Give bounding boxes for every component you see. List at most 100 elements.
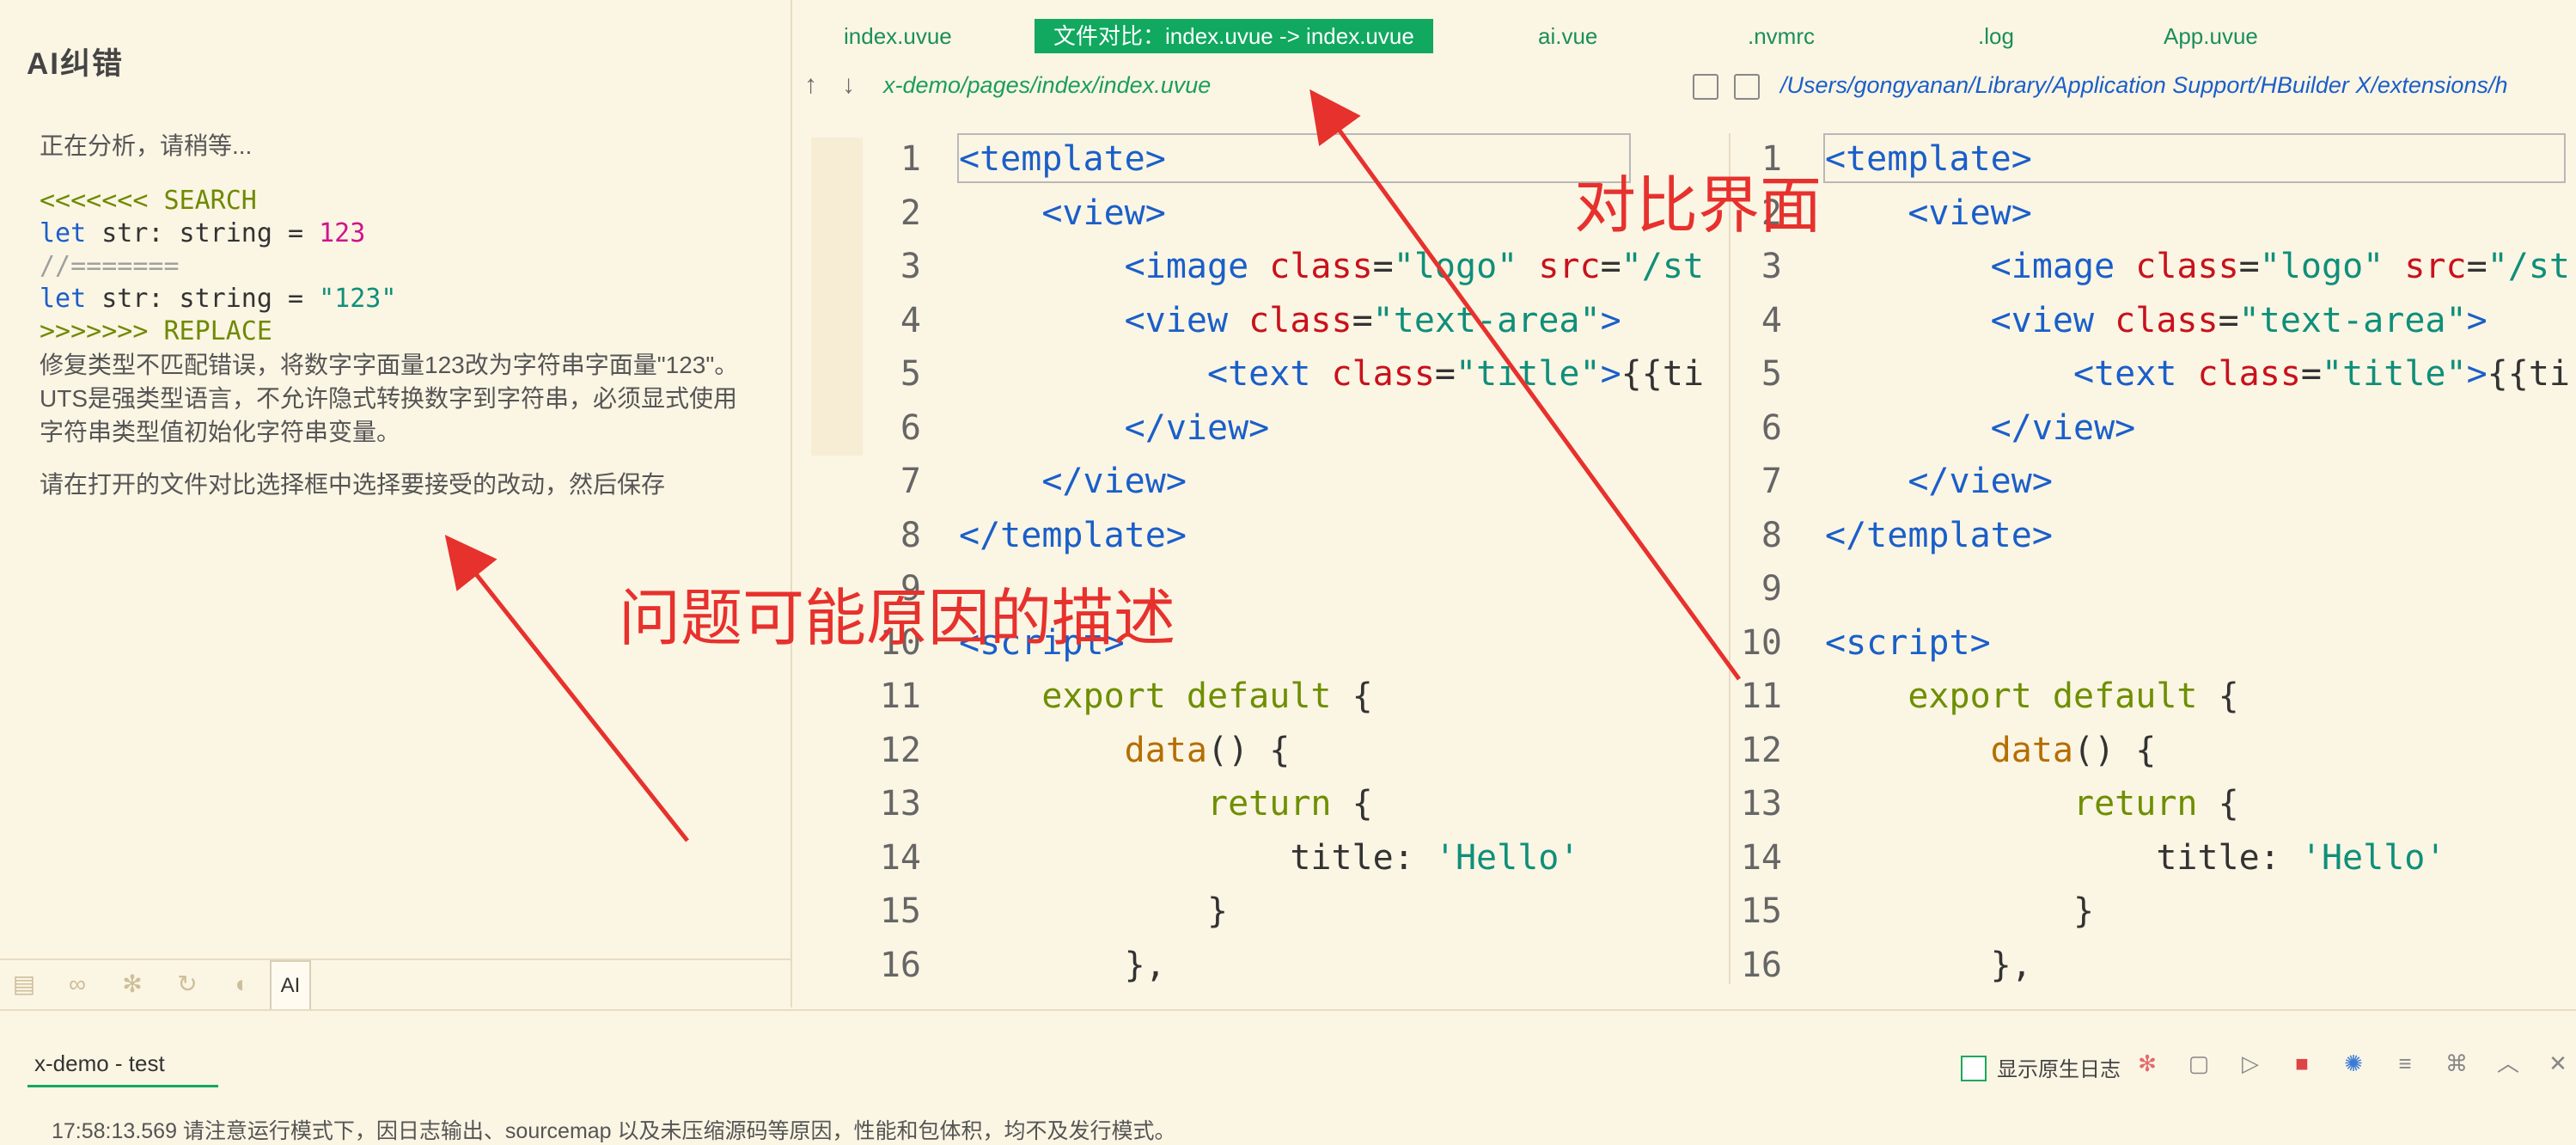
code-token: "text-area"	[1372, 300, 1601, 340]
accept-left-icon[interactable]	[1693, 74, 1718, 100]
accept-right-icon[interactable]	[1734, 74, 1760, 100]
code-token: class	[2197, 354, 2301, 394]
code-token: =	[2218, 300, 2239, 340]
annotation-cause: 问题可能原因的描述	[619, 585, 1176, 653]
tab-index-uvue[interactable]: index.uvue	[844, 19, 952, 53]
line-number: 16	[1740, 945, 1782, 985]
code-token: <view>	[1908, 193, 2032, 233]
code-line: data() {	[959, 725, 1291, 776]
code-line: </template>	[959, 510, 1187, 561]
code-line: },	[959, 940, 1166, 985]
code-token: src	[2404, 247, 2467, 286]
code-token: {{ti	[1621, 354, 1704, 394]
bug-icon[interactable]: ✻	[117, 969, 148, 1000]
line-number: 16	[879, 945, 921, 985]
code-line: export default {	[959, 670, 1373, 722]
line-number: 2	[900, 193, 921, 233]
code-token: </template>	[959, 515, 1187, 555]
save-instruction: 请在打开的文件对比选择框中选择要接受的改动，然后保存	[40, 471, 666, 498]
code-line: title: 'Hello'	[1825, 832, 2445, 884]
native-log-label[interactable]: 显示原生日志	[1997, 1052, 2121, 1082]
code-token: "title"	[2322, 354, 2467, 394]
palette-icon[interactable]: ◐	[227, 969, 258, 1000]
stop-icon[interactable]: ■	[2289, 1050, 2315, 1076]
bug-icon[interactable]: ✻	[2134, 1050, 2160, 1076]
tab-log[interactable]: .log	[1978, 19, 2014, 53]
code-token: () {	[1206, 730, 1291, 770]
code-token: export default	[1908, 677, 2198, 716]
code-line: <view>	[959, 187, 1166, 239]
filter-icon[interactable]: ≡	[2392, 1050, 2418, 1076]
terminal-icon[interactable]: ⌘	[2444, 1050, 2469, 1076]
copy-icon[interactable]: ▢	[2186, 1050, 2212, 1076]
tab-app-uvue[interactable]: App.uvue	[2164, 19, 2258, 53]
code-token: "/st	[2487, 247, 2571, 286]
tab-file-compare[interactable]: 文件对比：index.uvue -> index.uvue	[1035, 19, 1433, 53]
line-number: 4	[1761, 300, 1782, 340]
code-token: =	[2300, 354, 2322, 394]
code-line: data() {	[1825, 725, 2157, 776]
code-line: </view>	[959, 402, 1270, 454]
code-token: () {	[2072, 730, 2157, 770]
line-number: 7	[1761, 462, 1782, 501]
right-editor[interactable]: 1 <template> 2 <view> 3 <image class="logo"…	[1731, 133, 2576, 984]
code-token: class	[1331, 354, 1435, 394]
folder-icon[interactable]: ▤	[9, 969, 40, 1000]
code-token: class	[1248, 300, 1352, 340]
tab-nvmrc[interactable]: .nvmrc	[1748, 19, 1815, 53]
left-editor[interactable]: 1 <template> 2 <view> 3 <image class="logo"…	[792, 133, 1731, 984]
console-panel: x-demo - test 显示原生日志 ✻ ▢ ▷ ■ ✺ ≡ ⌘ ︿ ✕ 1…	[0, 1009, 2576, 1143]
binoculars-icon[interactable]: ∞	[62, 969, 93, 1000]
code-token: title:	[1825, 837, 2301, 878]
ai-output: 正在分析，请稍等... <<<<<<< SEARCH let str: stri…	[40, 129, 753, 501]
line-number: 9	[1761, 569, 1782, 609]
line-number: 15	[879, 891, 921, 931]
refresh-icon[interactable]: ↻	[172, 969, 203, 1000]
arrow-up-icon[interactable]: ↑	[804, 70, 817, 100]
chevron-up-icon[interactable]: ︿	[2495, 1050, 2521, 1076]
close-icon[interactable]: ✕	[2545, 1050, 2571, 1076]
line-number: 14	[879, 837, 921, 878]
console-tab[interactable]: x-demo - test	[34, 1050, 165, 1077]
code-line: return {	[1825, 778, 2239, 830]
code-line: </view>	[1825, 402, 2136, 454]
tab-ai[interactable]: AI	[270, 960, 311, 1009]
code-keyword: let	[40, 218, 87, 248]
code-token: <view	[1990, 300, 2115, 340]
compare-path-row: ↑ ↓ x-demo/pages/index/index.uvue /Users…	[792, 69, 2576, 105]
code-text: str: string =	[86, 218, 320, 248]
run-icon[interactable]: ▷	[2237, 1050, 2263, 1076]
code-line: <template>	[1825, 133, 2032, 185]
replace-marker: >>>>>>> REPLACE	[40, 316, 272, 346]
left-panel-tabs: ▤ ∞ ✻ ↻ ◐ AI	[0, 958, 791, 1009]
code-token: =	[2238, 247, 2260, 286]
line-number: 13	[879, 784, 921, 824]
native-log-checkbox[interactable]	[1961, 1056, 1987, 1081]
line-number: 13	[1740, 784, 1782, 824]
code-keyword: let	[40, 284, 87, 314]
line-number: 14	[1740, 837, 1782, 878]
code-token: class	[2115, 300, 2219, 340]
code-line: </template>	[1825, 510, 2053, 561]
tab-ai-vue[interactable]: ai.vue	[1538, 19, 1597, 53]
line-number: 12	[879, 730, 921, 770]
arrow-down-icon[interactable]: ↓	[842, 70, 855, 100]
code-line: <text class="title">{{ti	[959, 348, 1704, 400]
debug-icon[interactable]: ✺	[2341, 1050, 2366, 1076]
code-token: "title"	[1456, 354, 1601, 394]
code-token: data	[1124, 730, 1207, 770]
code-token: "/st	[1621, 247, 1705, 286]
status-text: 正在分析，请稍等...	[40, 132, 253, 159]
code-token: {	[1331, 677, 1373, 716]
ai-panel: AI纠错 正在分析，请稍等... <<<<<<< SEARCH let str:…	[0, 0, 792, 1009]
left-file-path: x-demo/pages/index/index.uvue	[883, 72, 1212, 98]
code-token: =	[1434, 354, 1456, 394]
code-token: </view>	[1041, 462, 1187, 501]
